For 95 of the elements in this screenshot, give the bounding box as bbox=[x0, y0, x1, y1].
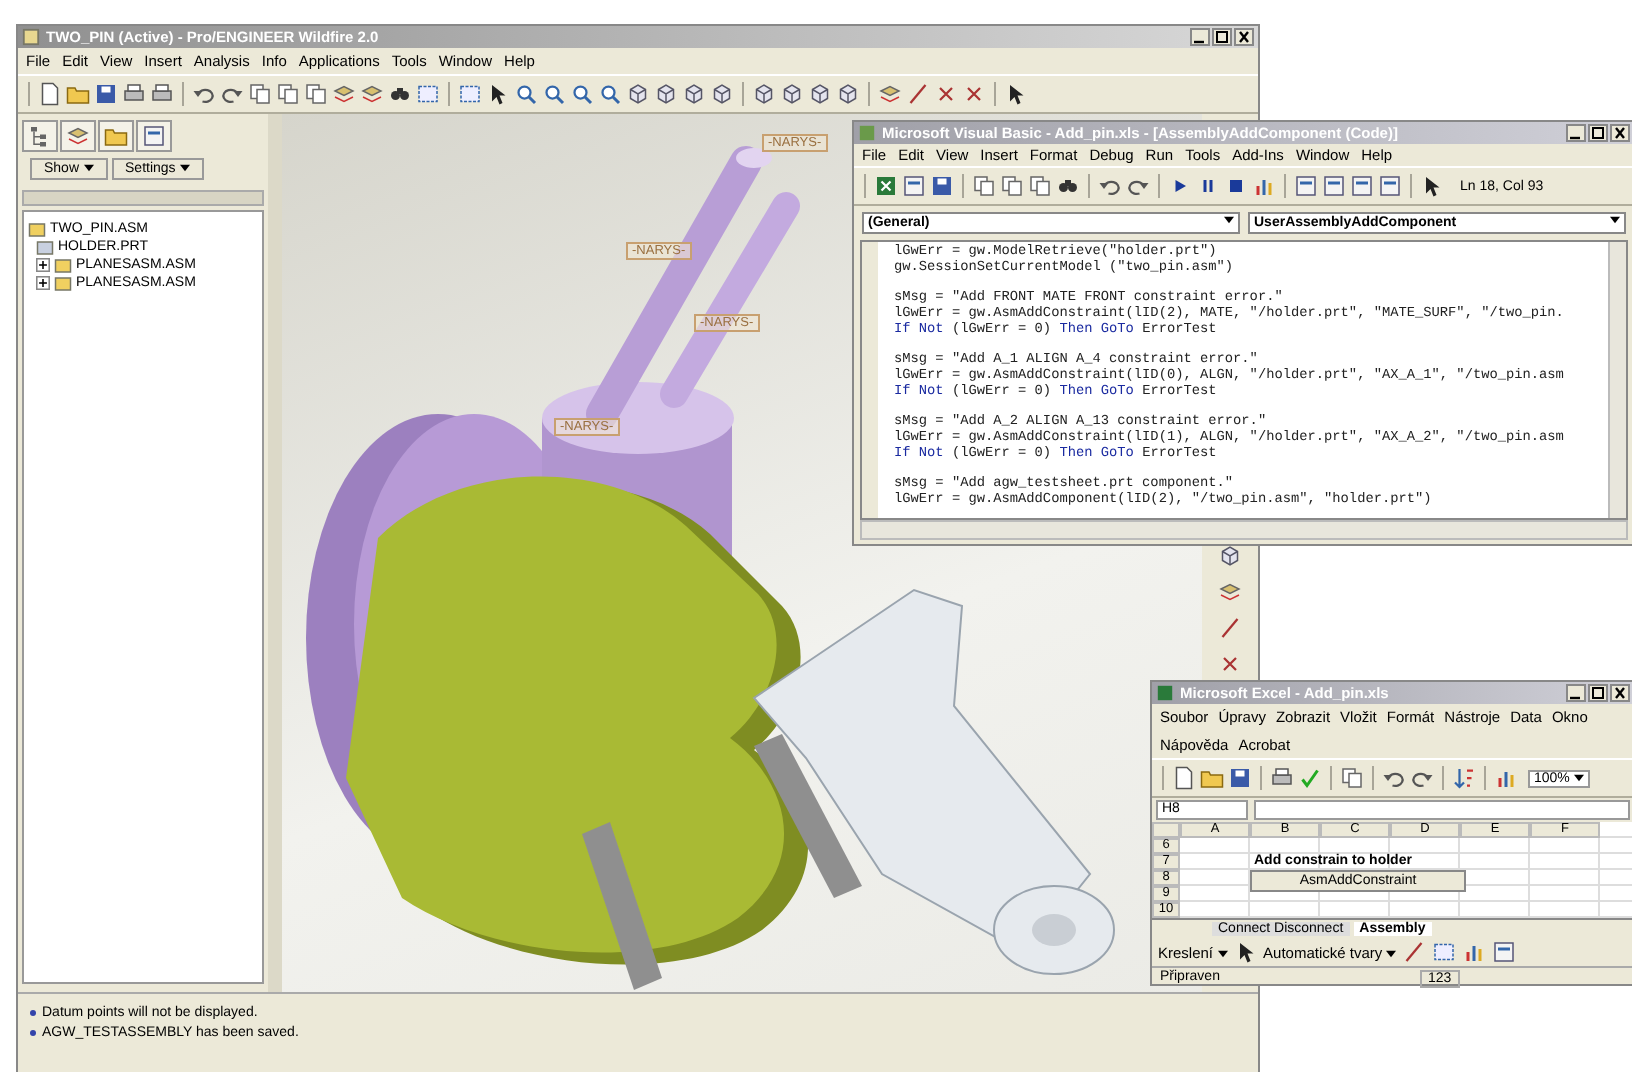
select-icon[interactable] bbox=[1432, 940, 1457, 964]
pointer-icon[interactable] bbox=[1004, 82, 1028, 106]
find-icon[interactable] bbox=[1056, 174, 1080, 198]
copy-icon[interactable] bbox=[304, 82, 328, 106]
new-file-icon[interactable] bbox=[1172, 766, 1196, 790]
window-icon[interactable] bbox=[458, 82, 482, 106]
save-icon[interactable] bbox=[94, 82, 118, 106]
layers-icon[interactable] bbox=[66, 124, 90, 148]
caret-icon bbox=[1386, 949, 1397, 958]
chart-icon[interactable] bbox=[1494, 766, 1518, 790]
formula-field[interactable] bbox=[1254, 800, 1630, 820]
cube-icon[interactable] bbox=[654, 82, 678, 106]
minimize-icon[interactable] bbox=[1566, 684, 1586, 702]
pointer-icon[interactable] bbox=[1420, 174, 1444, 198]
point-icon[interactable] bbox=[1218, 652, 1242, 676]
cube-icon[interactable] bbox=[682, 82, 706, 106]
axis-icon[interactable] bbox=[906, 82, 930, 106]
pointer-icon[interactable] bbox=[486, 82, 510, 106]
expand-icon[interactable] bbox=[36, 276, 50, 290]
maximize-icon[interactable] bbox=[1588, 124, 1608, 142]
minimize-icon[interactable] bbox=[1566, 124, 1586, 142]
assembly-icon bbox=[28, 221, 46, 237]
caret-icon bbox=[1217, 949, 1228, 958]
panel-tab[interactable] bbox=[22, 120, 58, 152]
print-icon[interactable] bbox=[122, 82, 146, 106]
close-icon[interactable] bbox=[1610, 124, 1630, 142]
caret-icon bbox=[179, 164, 190, 173]
panel-tab[interactable] bbox=[136, 120, 172, 152]
new-file-icon[interactable] bbox=[38, 82, 62, 106]
layers-icon[interactable] bbox=[332, 82, 356, 106]
stop-icon[interactable] bbox=[1224, 174, 1248, 198]
form-icon[interactable] bbox=[1492, 940, 1517, 964]
caret-icon bbox=[1573, 773, 1584, 782]
caret-icon bbox=[83, 164, 94, 173]
form-icon[interactable] bbox=[1294, 174, 1318, 198]
layers-icon[interactable] bbox=[360, 82, 384, 106]
caret-icon bbox=[1610, 216, 1620, 224]
chart-icon[interactable] bbox=[1462, 940, 1487, 964]
cube-icon[interactable] bbox=[752, 82, 776, 106]
cut-icon[interactable] bbox=[972, 174, 996, 198]
copy-icon[interactable] bbox=[248, 82, 272, 106]
maximize-icon[interactable] bbox=[1588, 684, 1608, 702]
close-icon[interactable] bbox=[1610, 684, 1630, 702]
caret-icon bbox=[1224, 216, 1234, 224]
app-icon bbox=[22, 28, 40, 46]
form-icon[interactable] bbox=[1350, 174, 1374, 198]
bullet-icon bbox=[30, 1009, 36, 1015]
chart-icon[interactable] bbox=[1252, 174, 1276, 198]
cube-icon[interactable] bbox=[780, 82, 804, 106]
form-icon[interactable] bbox=[902, 174, 926, 198]
expand-icon[interactable] bbox=[36, 258, 50, 272]
folder-icon[interactable] bbox=[66, 82, 90, 106]
cube-icon[interactable] bbox=[710, 82, 734, 106]
panel-tab[interactable] bbox=[98, 120, 134, 152]
panel-tab[interactable] bbox=[60, 120, 96, 152]
cube-icon[interactable] bbox=[836, 82, 860, 106]
select-icon[interactable] bbox=[416, 82, 440, 106]
copy-icon[interactable] bbox=[1000, 174, 1024, 198]
tree-icon[interactable] bbox=[28, 124, 52, 148]
cube-icon[interactable] bbox=[626, 82, 650, 106]
copy-icon[interactable] bbox=[1028, 174, 1052, 198]
bullet-icon bbox=[30, 1029, 36, 1035]
copy-icon[interactable] bbox=[1340, 766, 1364, 790]
app-icon bbox=[1156, 684, 1174, 702]
folder-icon[interactable] bbox=[1200, 766, 1224, 790]
plane-icon[interactable] bbox=[1218, 580, 1242, 604]
close-icon[interactable] bbox=[1234, 28, 1254, 46]
zoom-out-icon[interactable] bbox=[598, 82, 622, 106]
save-icon[interactable] bbox=[930, 174, 954, 198]
cube-icon[interactable] bbox=[808, 82, 832, 106]
scrollbar[interactable] bbox=[860, 520, 1628, 540]
form-icon[interactable] bbox=[1322, 174, 1346, 198]
zoom-in-icon[interactable] bbox=[570, 82, 594, 106]
sort-icon[interactable] bbox=[1452, 766, 1476, 790]
form-icon[interactable] bbox=[142, 124, 166, 148]
plane-icon[interactable] bbox=[878, 82, 902, 106]
minimize-icon[interactable] bbox=[1190, 28, 1210, 46]
axis-icon[interactable] bbox=[1218, 616, 1242, 640]
save-icon[interactable] bbox=[1228, 766, 1252, 790]
find-icon[interactable] bbox=[388, 82, 412, 106]
point-icon[interactable] bbox=[962, 82, 986, 106]
folder-icon[interactable] bbox=[104, 124, 128, 148]
form-icon[interactable] bbox=[1378, 174, 1402, 198]
axis-icon[interactable] bbox=[1402, 940, 1427, 964]
print-icon[interactable] bbox=[1270, 766, 1294, 790]
excel-icon[interactable] bbox=[874, 174, 898, 198]
app-icon bbox=[858, 124, 876, 142]
copy-icon[interactable] bbox=[276, 82, 300, 106]
point-icon[interactable] bbox=[934, 82, 958, 106]
zoom-out-icon[interactable] bbox=[542, 82, 566, 106]
zoom-in-icon[interactable] bbox=[514, 82, 538, 106]
print-icon[interactable] bbox=[150, 82, 174, 106]
cube-icon[interactable] bbox=[1218, 544, 1242, 568]
maximize-icon[interactable] bbox=[1212, 28, 1232, 46]
scrollbar[interactable] bbox=[1608, 242, 1626, 518]
